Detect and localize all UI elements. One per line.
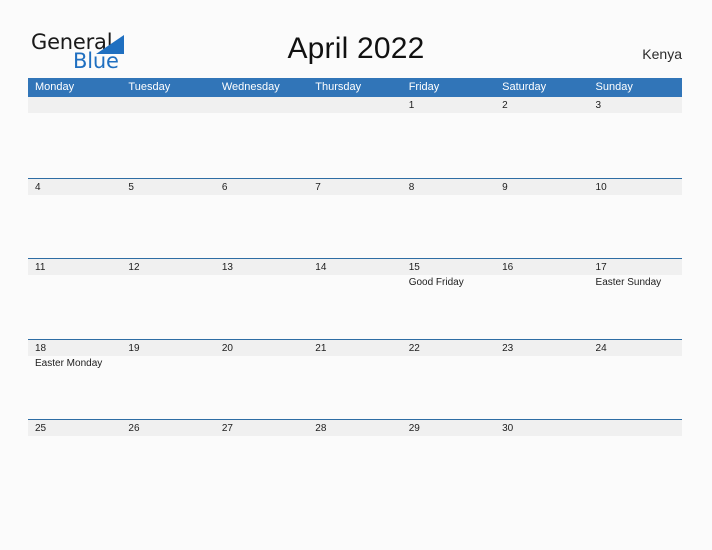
day-cell[interactable]: 9 bbox=[495, 178, 588, 259]
day-number: 5 bbox=[128, 181, 134, 193]
day-cell-empty bbox=[308, 97, 401, 178]
weekday-header-friday: Friday bbox=[408, 81, 440, 93]
calendar-week-row: 1 2 3 bbox=[28, 97, 682, 178]
calendar-week-row: 25 26 27 28 29 30 bbox=[28, 419, 682, 500]
day-number: 17 bbox=[595, 262, 607, 274]
day-number: 8 bbox=[408, 181, 415, 193]
day-number: 6 bbox=[221, 181, 228, 193]
day-cell[interactable]: 1 bbox=[402, 97, 495, 178]
weekday-header-monday: Monday bbox=[35, 81, 75, 93]
week-day-cells: 1 2 3 bbox=[28, 97, 682, 178]
day-number: 11 bbox=[35, 262, 46, 274]
day-number: 15 bbox=[408, 262, 420, 274]
weekday-header-sunday: Sunday bbox=[595, 81, 633, 93]
holiday-label: Easter Sunday bbox=[595, 277, 662, 289]
day-number: 21 bbox=[315, 342, 327, 354]
day-cell[interactable]: 30 bbox=[495, 419, 588, 500]
day-cell[interactable]: 2 bbox=[495, 97, 588, 178]
day-number: 3 bbox=[595, 100, 602, 111]
week-day-cells: 25 26 27 28 29 30 bbox=[28, 419, 682, 500]
calendar-week-row: 18 Easter Monday 19 20 21 22 23 24 bbox=[28, 338, 682, 420]
day-cell[interactable]: 20 bbox=[215, 339, 308, 420]
day-number: 24 bbox=[595, 342, 607, 354]
day-number: 9 bbox=[502, 181, 508, 193]
calendar-week-row: 4 5 6 7 8 9 10 bbox=[28, 177, 682, 259]
day-number: 2 bbox=[502, 100, 508, 111]
weekday-header-row: Monday Tuesday Wednesday Thursday Friday Satu… bbox=[28, 78, 682, 97]
day-cell[interactable]: 27 bbox=[215, 419, 308, 500]
day-number: 27 bbox=[221, 423, 233, 435]
day-number: 30 bbox=[502, 423, 514, 435]
day-cell-empty bbox=[121, 97, 214, 178]
day-number: 4 bbox=[35, 181, 41, 193]
day-number: 23 bbox=[502, 342, 514, 354]
day-cell[interactable]: 16 bbox=[495, 258, 588, 339]
day-cell[interactable]: 18 Easter Monday bbox=[28, 339, 121, 420]
day-cell[interactable]: 4 bbox=[28, 178, 121, 259]
day-number: 7 bbox=[315, 181, 321, 193]
day-cell-empty bbox=[28, 97, 121, 178]
day-number: 20 bbox=[221, 342, 233, 354]
page-header: General Blue April 2022 Kenya bbox=[0, 0, 712, 78]
day-cell[interactable]: 11 bbox=[28, 258, 121, 339]
day-cell[interactable]: 26 bbox=[121, 419, 214, 500]
day-number: 14 bbox=[315, 262, 327, 274]
day-number: 10 bbox=[595, 181, 607, 193]
day-number: 22 bbox=[408, 342, 420, 354]
day-cell[interactable]: 19 bbox=[121, 339, 214, 420]
day-cell[interactable]: 17 Easter Sunday bbox=[589, 258, 682, 339]
day-cell[interactable]: 10 bbox=[589, 178, 682, 259]
calendar-week-row: 11 12 13 14 15 Good Friday 16 17 Easter Sunday bbox=[28, 258, 682, 339]
day-number: 18 bbox=[35, 342, 47, 354]
day-cell[interactable]: 28 bbox=[308, 419, 401, 500]
weekday-header-thursday: Thursday bbox=[315, 81, 362, 93]
country-label: Kenya bbox=[642, 46, 682, 62]
day-cell[interactable]: 14 bbox=[308, 258, 401, 339]
day-number: 26 bbox=[128, 423, 140, 435]
day-cell[interactable]: 15 Good Friday bbox=[402, 258, 495, 339]
day-cell[interactable]: 25 bbox=[28, 419, 121, 500]
weekday-header-tuesday: Tuesday bbox=[128, 81, 171, 93]
day-cell[interactable]: 3 bbox=[589, 97, 682, 178]
day-number: 13 bbox=[221, 262, 233, 274]
week-day-cells: 4 5 6 7 8 9 10 bbox=[28, 178, 682, 259]
day-cell-empty bbox=[215, 97, 308, 178]
day-cell[interactable]: 23 bbox=[495, 339, 588, 420]
day-number: 16 bbox=[502, 262, 514, 274]
calendar-week-rows: 1 2 3 4 5 6 7 8 9 10 11 12 13 14 15 Good Friday 16 17 East… bbox=[28, 97, 682, 500]
day-cell[interactable]: 8 bbox=[402, 178, 495, 259]
week-day-cells: 11 12 13 14 15 Good Friday 16 17 Easter Sunday bbox=[28, 258, 682, 339]
holiday-label: Easter Monday bbox=[35, 357, 103, 369]
holiday-label: Good Friday bbox=[408, 277, 464, 289]
day-cell[interactable]: 29 bbox=[402, 419, 495, 500]
day-cell[interactable]: 21 bbox=[308, 339, 401, 420]
day-cell[interactable]: 7 bbox=[308, 178, 401, 259]
day-number: 25 bbox=[35, 423, 47, 435]
page-title: April 2022 bbox=[287, 32, 425, 65]
day-number: 19 bbox=[128, 342, 140, 354]
day-number: 1 bbox=[408, 100, 415, 111]
day-cell-empty bbox=[589, 419, 682, 500]
day-cell[interactable]: 13 bbox=[215, 258, 308, 339]
day-cell[interactable]: 5 bbox=[121, 178, 214, 259]
day-cell[interactable]: 6 bbox=[215, 178, 308, 259]
day-number: 29 bbox=[408, 423, 420, 435]
calendar-grid: Monday Tuesday Wednesday Thursday Friday Satu… bbox=[28, 78, 682, 500]
day-number: 28 bbox=[315, 423, 327, 435]
day-cell[interactable]: 22 bbox=[402, 339, 495, 420]
week-day-cells: 18 Easter Monday 19 20 21 22 23 24 bbox=[28, 339, 682, 420]
day-number: 12 bbox=[128, 262, 140, 274]
weekday-header-wednesday: Wednesday bbox=[221, 81, 280, 93]
day-cell[interactable]: 12 bbox=[121, 258, 214, 339]
weekday-header-saturday: Saturday bbox=[502, 81, 547, 93]
day-cell[interactable]: 24 bbox=[589, 339, 682, 420]
